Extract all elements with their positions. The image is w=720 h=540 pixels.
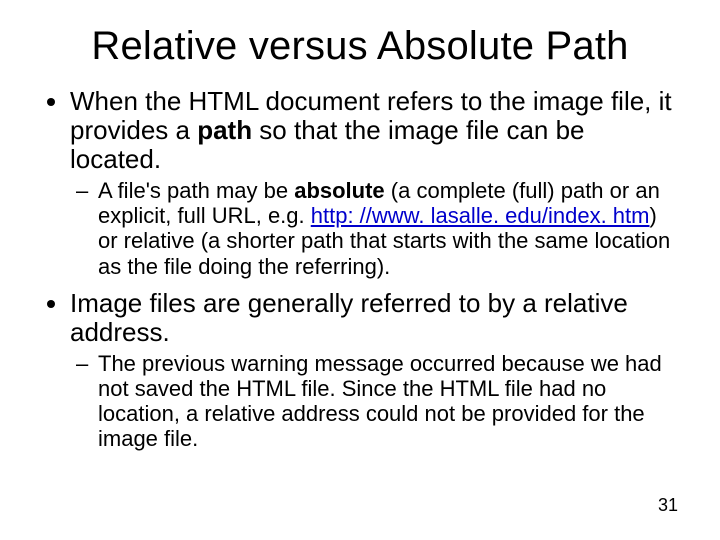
bullet-1: When the HTML document refers to the ima… xyxy=(70,87,680,279)
bullet-2-sublist: The previous warning message occurred be… xyxy=(70,351,680,451)
bullet-2: Image files are generally referred to by… xyxy=(70,289,680,452)
bullet-1-bold: path xyxy=(197,115,252,145)
bullet-list: When the HTML document refers to the ima… xyxy=(40,87,680,451)
bullet-1-sub: A file's path may be absolute (a complet… xyxy=(98,178,680,278)
bullet-1-sub-bold: absolute xyxy=(294,178,384,203)
bullet-2-sub: The previous warning message occurred be… xyxy=(98,351,680,451)
slide: Relative versus Absolute Path When the H… xyxy=(0,0,720,540)
bullet-1-sublist: A file's path may be absolute (a complet… xyxy=(70,178,680,278)
bullet-1-sub-pre: A file's path may be xyxy=(98,178,294,203)
slide-title: Relative versus Absolute Path xyxy=(40,24,680,69)
bullet-2-sub-text: The previous warning message occurred be… xyxy=(98,351,662,451)
example-url-link[interactable]: http: //www. lasalle. edu/index. htm xyxy=(311,203,650,228)
bullet-2-text: Image files are generally referred to by… xyxy=(70,288,628,347)
page-number: 31 xyxy=(658,495,678,516)
